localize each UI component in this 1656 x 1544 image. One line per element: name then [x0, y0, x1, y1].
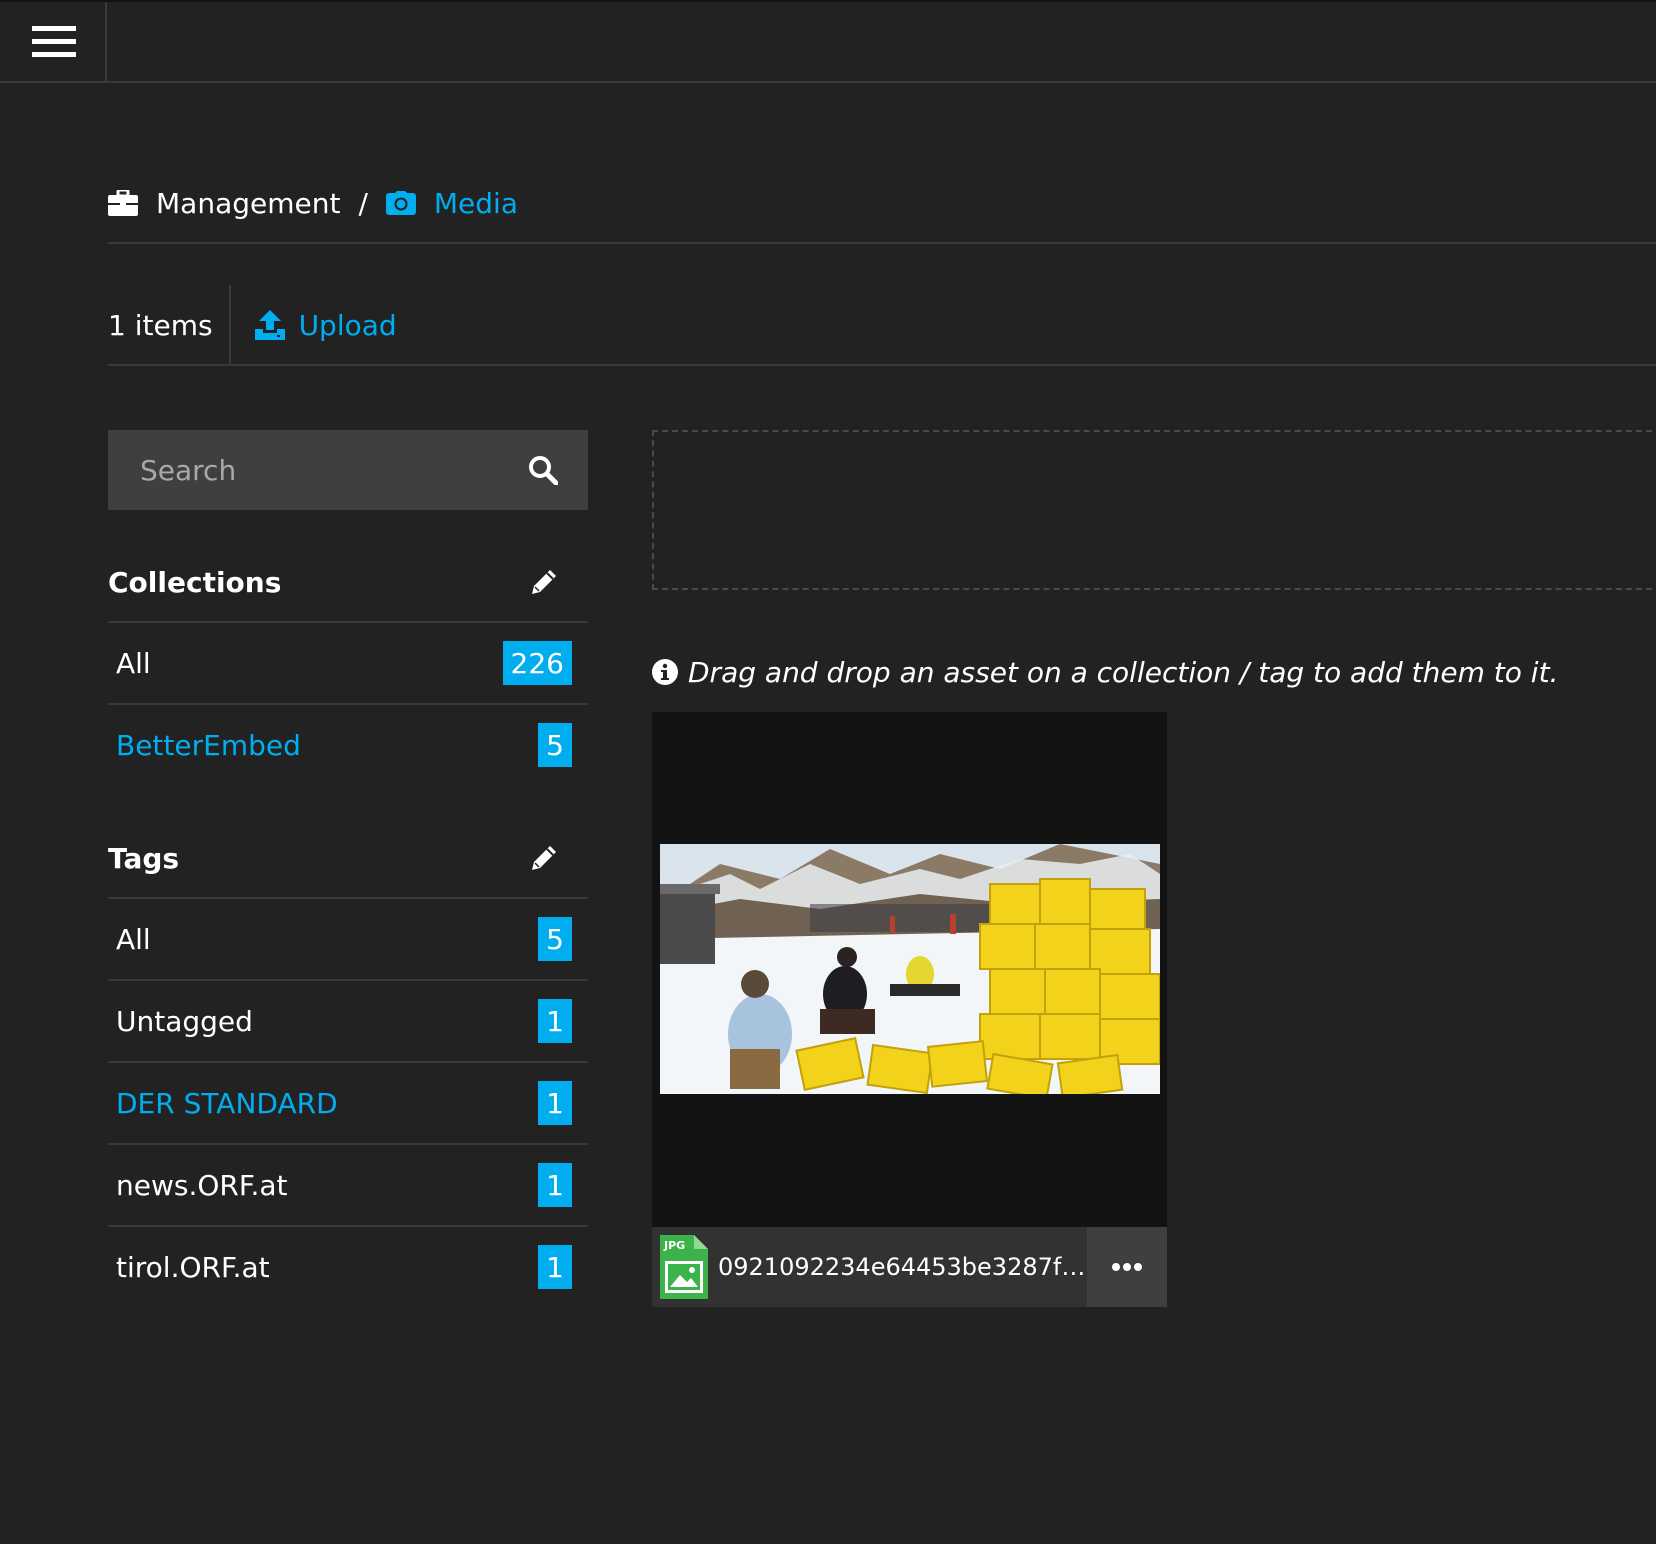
hamburger-icon-line: [32, 52, 76, 57]
drag-drop-hint: Drag and drop an asset on a collection /…: [652, 652, 1558, 692]
ellipsis-icon: [1112, 1263, 1142, 1271]
tag-item-label: DER STANDARD: [116, 1086, 338, 1120]
count-badge: 5: [538, 723, 572, 767]
tag-item-untagged[interactable]: Untagged 1: [108, 979, 588, 1061]
collection-item-all[interactable]: All 226: [108, 621, 588, 703]
breadcrumb-management[interactable]: Management: [108, 187, 340, 220]
media-toolbar: 1 items Upload: [108, 285, 397, 365]
pencil-icon[interactable]: [530, 568, 558, 596]
more-options-button[interactable]: [1087, 1227, 1167, 1307]
tag-item-label: tirol.ORF.at: [116, 1250, 270, 1284]
file-type-label: JPG: [663, 1239, 685, 1252]
jpg-file-icon: JPG: [660, 1235, 708, 1299]
count-badge: 1: [538, 1245, 572, 1289]
count-badge: 226: [502, 641, 572, 685]
collections-header: Collections: [108, 552, 588, 612]
tag-item-label: Untagged: [116, 1004, 253, 1038]
count-badge: 1: [538, 1081, 572, 1125]
pencil-icon[interactable]: [530, 844, 558, 872]
asset-thumbnail[interactable]: [652, 712, 1167, 1227]
tags-title: Tags: [108, 841, 180, 875]
collection-item-betterembed[interactable]: BetterEmbed 5: [108, 703, 588, 785]
tag-item-news-orf[interactable]: news.ORF.at 1: [108, 1143, 588, 1225]
tags-list: All 5 Untagged 1 DER STANDARD 1 news.ORF…: [108, 897, 588, 1307]
asset-meta-bar: JPG 0921092234e64453be3287f14...: [652, 1227, 1167, 1307]
upload-label: Upload: [298, 308, 397, 342]
menu-button[interactable]: [0, 2, 107, 83]
collection-item-label: All: [116, 646, 151, 680]
asset-card[interactable]: JPG 0921092234e64453be3287f14...: [652, 712, 1167, 1307]
search-icon[interactable]: [528, 455, 558, 485]
tag-item-label: All: [116, 922, 151, 956]
asset-filename: 0921092234e64453be3287f14...: [718, 1253, 1088, 1281]
upload-dropzone[interactable]: [652, 430, 1656, 590]
breadcrumb-management-label: Management: [156, 186, 341, 220]
breadcrumb-separator: /: [358, 186, 368, 220]
hamburger-icon-line: [32, 39, 76, 44]
breadcrumb-media[interactable]: Media: [385, 186, 518, 220]
tag-item-label: news.ORF.at: [116, 1168, 288, 1202]
upload-button[interactable]: Upload: [254, 308, 397, 342]
search-box: [108, 430, 588, 510]
collections-title: Collections: [108, 565, 282, 599]
top-bar: [0, 0, 1656, 83]
hint-text: Drag and drop an asset on a collection /…: [688, 655, 1559, 689]
breadcrumb: Management / Media: [108, 180, 518, 226]
hamburger-icon: [32, 26, 76, 31]
asset-preview-image: [660, 844, 1160, 1094]
collections-list: All 226 BetterEmbed 5: [108, 621, 588, 785]
divider: [108, 242, 1656, 244]
breadcrumb-media-label: Media: [433, 186, 518, 220]
divider: [108, 364, 1656, 366]
tag-item-tirol-orf[interactable]: tirol.ORF.at 1: [108, 1225, 588, 1307]
info-icon: [652, 659, 678, 685]
tags-header: Tags: [108, 828, 588, 888]
count-badge: 1: [538, 999, 572, 1043]
collection-item-label: BetterEmbed: [116, 728, 301, 762]
upload-icon: [254, 310, 285, 340]
briefcase-icon: [108, 190, 138, 216]
search-input[interactable]: [140, 453, 500, 487]
item-count: 1 items: [108, 285, 231, 365]
tag-item-der-standard[interactable]: DER STANDARD 1: [108, 1061, 588, 1143]
camera-icon: [385, 191, 416, 215]
tag-item-all[interactable]: All 5: [108, 897, 588, 979]
count-badge: 5: [538, 917, 572, 961]
count-badge: 1: [538, 1163, 572, 1207]
